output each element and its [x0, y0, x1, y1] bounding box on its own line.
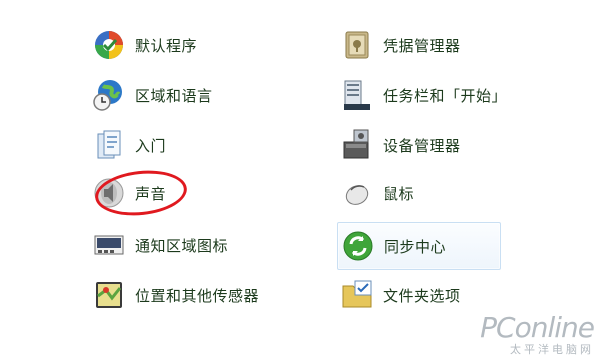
- item-label: 同步中心: [384, 237, 447, 256]
- folder-options-icon: [340, 278, 374, 312]
- credential-manager-icon: [340, 28, 374, 62]
- item-label: 位置和其他传感器: [135, 286, 260, 305]
- item-label: 凭据管理器: [383, 36, 461, 55]
- region-language-icon: [92, 78, 126, 112]
- watermark: PConline 太平洋电脑网: [480, 311, 595, 356]
- sync-center-icon: [341, 229, 375, 263]
- mouse-icon: [340, 176, 374, 210]
- getting-started-icon: [92, 128, 126, 162]
- item-label: 鼠标: [383, 184, 415, 203]
- notification-area-icon: [92, 228, 126, 262]
- item-folder-options[interactable]: 文件夹选项: [340, 275, 461, 315]
- item-label: 入门: [135, 136, 167, 155]
- item-label: 设备管理器: [383, 136, 461, 155]
- item-taskbar-start[interactable]: 任务栏和「开始」: [340, 75, 507, 115]
- item-mouse[interactable]: 鼠标: [340, 173, 414, 213]
- item-getting-started[interactable]: 入门: [92, 125, 166, 165]
- taskbar-start-icon: [340, 78, 374, 112]
- item-sync-center[interactable]: 同步中心: [337, 222, 502, 270]
- location-sensors-icon: [92, 278, 126, 312]
- device-manager-icon: [340, 128, 374, 162]
- item-label: 默认程序: [135, 36, 198, 55]
- watermark-logo: PConline: [480, 311, 595, 344]
- item-label: 通知区域图标: [135, 236, 229, 255]
- item-location-sensors[interactable]: 位置和其他传感器: [92, 275, 259, 315]
- item-label: 文件夹选项: [383, 286, 461, 305]
- item-credential-manager[interactable]: 凭据管理器: [340, 25, 461, 65]
- item-label: 区域和语言: [135, 86, 213, 105]
- item-region-language[interactable]: 区域和语言: [92, 75, 213, 115]
- item-notification-area[interactable]: 通知区域图标: [92, 225, 228, 265]
- item-default-programs[interactable]: 默认程序: [92, 25, 197, 65]
- item-device-manager[interactable]: 设备管理器: [340, 125, 461, 165]
- default-programs-icon: [92, 28, 126, 62]
- item-label: 任务栏和「开始」: [383, 86, 508, 105]
- watermark-subtitle: 太平洋电脑网: [510, 343, 594, 356]
